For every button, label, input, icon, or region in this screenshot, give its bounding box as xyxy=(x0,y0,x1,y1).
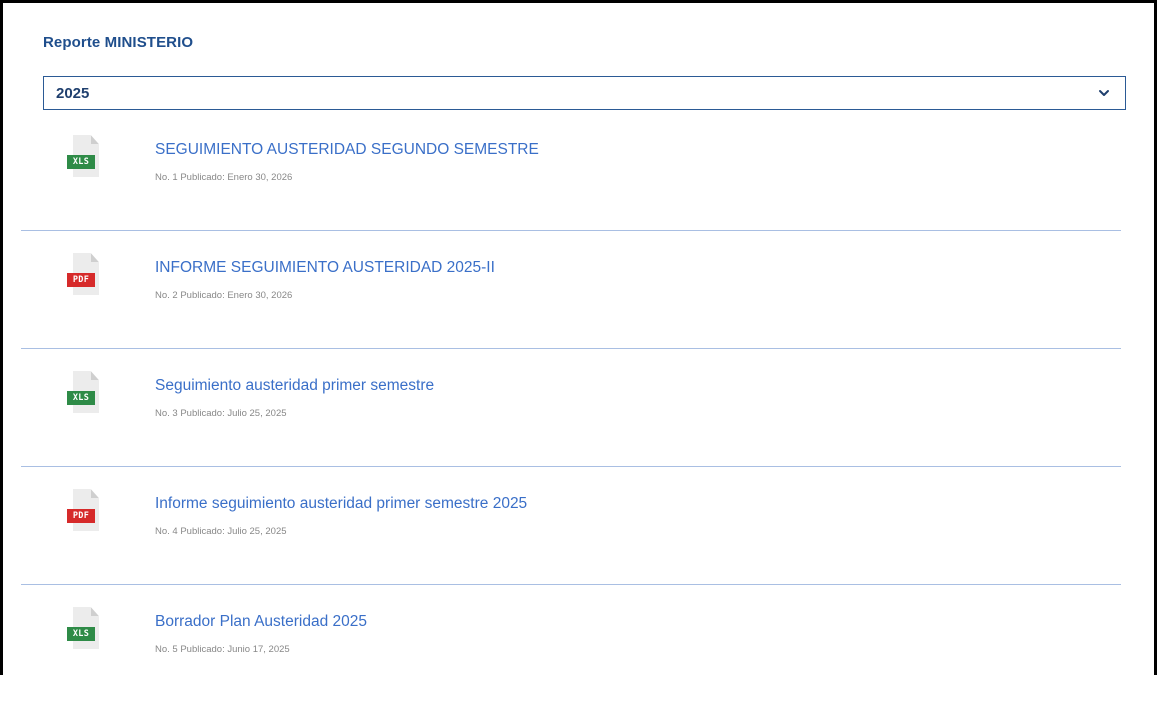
document-meta: No. 4 Publicado: Julio 25, 2025 xyxy=(155,526,287,537)
pdf-file-icon[interactable]: PDF xyxy=(67,253,99,295)
document-item: XLS Borrador Plan Austeridad 2025 No. 5 … xyxy=(21,585,1121,702)
document-meta: No. 3 Publicado: Julio 25, 2025 xyxy=(155,408,287,419)
document-list: XLS SEGUIMIENTO AUSTERIDAD SEGUNDO SEMES… xyxy=(21,113,1121,702)
file-type-badge: PDF xyxy=(67,273,95,287)
xls-file-icon[interactable]: XLS xyxy=(67,607,99,649)
document-title-link[interactable]: Informe seguimiento austeridad primer se… xyxy=(155,495,527,513)
file-type-badge: PDF xyxy=(67,509,95,523)
document-item: XLS Seguimiento austeridad primer semest… xyxy=(21,349,1121,467)
chevron-down-icon xyxy=(1099,90,1109,96)
document-item: PDF Informe seguimiento austeridad prime… xyxy=(21,467,1121,585)
year-dropdown-value: 2025 xyxy=(56,85,90,102)
xls-file-icon[interactable]: XLS xyxy=(67,371,99,413)
file-type-badge: XLS xyxy=(67,155,95,169)
document-title-link[interactable]: INFORME SEGUIMIENTO AUSTERIDAD 2025-II xyxy=(155,259,495,277)
document-meta: No. 5 Publicado: Junio 17, 2025 xyxy=(155,644,290,655)
document-title-link[interactable]: Borrador Plan Austeridad 2025 xyxy=(155,613,367,631)
document-title-link[interactable]: SEGUIMIENTO AUSTERIDAD SEGUNDO SEMESTRE xyxy=(155,141,539,159)
xls-file-icon[interactable]: XLS xyxy=(67,135,99,177)
year-dropdown[interactable]: 2025 xyxy=(43,76,1126,110)
document-meta: No. 1 Publicado: Enero 30, 2026 xyxy=(155,172,293,183)
document-item: PDF INFORME SEGUIMIENTO AUSTERIDAD 2025-… xyxy=(21,231,1121,349)
section-title: Reporte MINISTERIO xyxy=(43,34,194,51)
document-meta: No. 2 Publicado: Enero 30, 2026 xyxy=(155,290,293,301)
document-title-link[interactable]: Seguimiento austeridad primer semestre xyxy=(155,377,434,395)
file-type-badge: XLS xyxy=(67,627,95,641)
document-item: XLS SEGUIMIENTO AUSTERIDAD SEGUNDO SEMES… xyxy=(21,113,1121,231)
report-panel: Reporte MINISTERIO 2025 XLS SEGUIMIENTO … xyxy=(0,0,1157,675)
pdf-file-icon[interactable]: PDF xyxy=(67,489,99,531)
file-type-badge: XLS xyxy=(67,391,95,405)
